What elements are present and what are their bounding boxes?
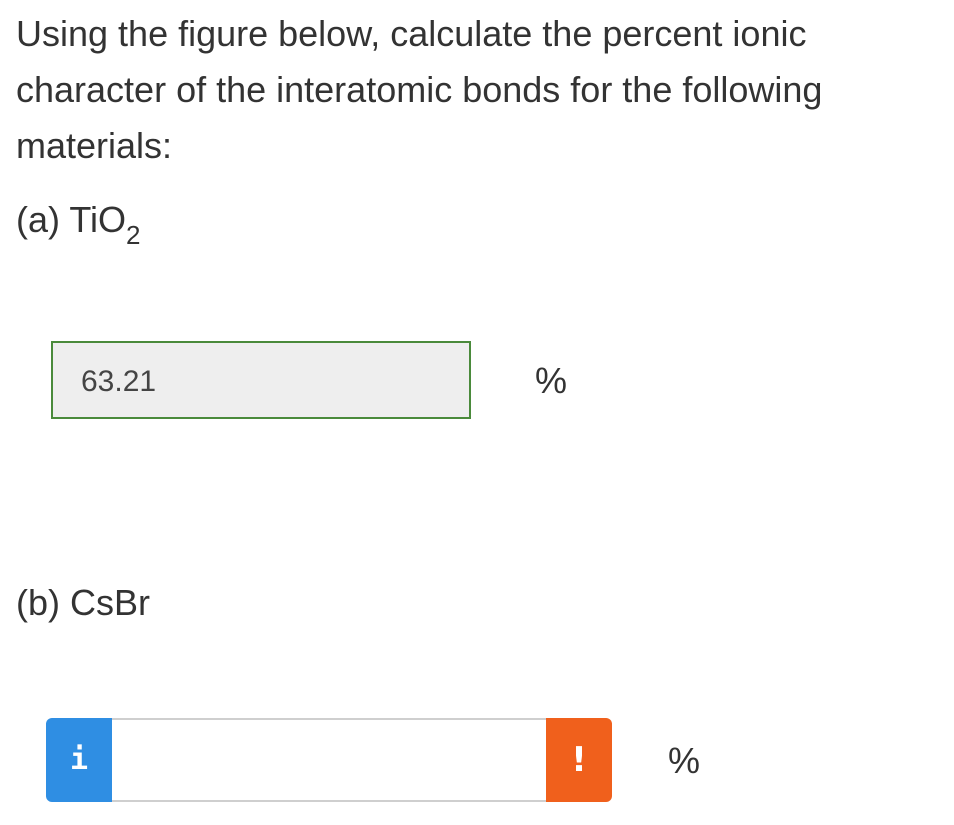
part-b-answer-input[interactable] <box>112 718 546 802</box>
part-a-label: (a) TiO2 <box>16 198 140 250</box>
question-page: Using the figure below, calculate the pe… <box>0 0 954 825</box>
warning-icon: ! <box>571 740 587 780</box>
part-a-answer-value: 63.21 <box>81 365 157 398</box>
part-a-subscript: 2 <box>126 220 141 250</box>
question-text: Using the figure below, calculate the pe… <box>16 13 823 166</box>
info-icon: i <box>69 742 89 777</box>
part-b-label: (b) CsBr <box>16 581 150 625</box>
info-button[interactable]: i <box>46 718 112 802</box>
part-a-unit: % <box>535 360 568 401</box>
part-a-answer-field[interactable]: 63.21 <box>51 341 471 419</box>
part-b-formula: (b) CsBr <box>16 582 150 623</box>
part-b-unit: % <box>668 740 701 781</box>
part-b-input-group: i ! <box>46 718 612 802</box>
warning-button[interactable]: ! <box>546 718 612 802</box>
part-a-formula: (a) TiO <box>16 199 127 240</box>
